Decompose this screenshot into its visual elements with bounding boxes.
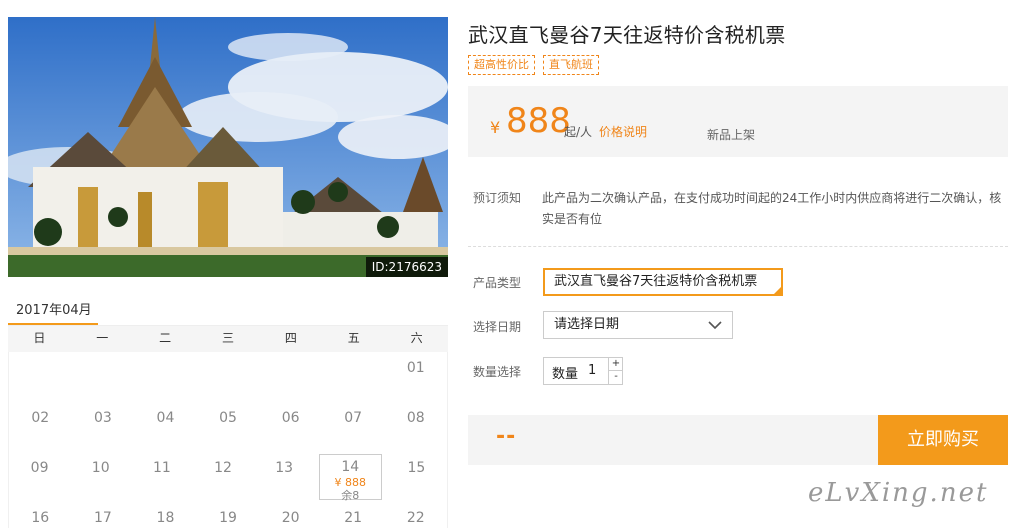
tag-direct-flight: 直飞航班 [543, 55, 599, 75]
calendar-day [259, 352, 322, 402]
quantity-minus-button[interactable]: - [609, 371, 623, 384]
calendar-day-price: ¥ 888 [334, 476, 367, 489]
date-select[interactable]: 请选择日期 [543, 311, 733, 339]
calendar-day: 13 [275, 460, 294, 476]
calendar-day: 04 [156, 410, 175, 426]
calendar-grid: 01 02 03 04 05 06 07 08 09 10 11 12 13 1… [8, 352, 448, 528]
quantity-buttons: + - [608, 358, 623, 384]
date-select-value: 请选择日期 [554, 317, 620, 332]
booking-notice-label: 预订须知 [473, 191, 522, 205]
buy-now-button[interactable]: 立即购买 [878, 415, 1008, 465]
calendar-week: 16 17 18 19 20 21 22 [9, 502, 447, 528]
weekday-fri: 五 [347, 331, 360, 345]
weekday-tue: 二 [159, 331, 172, 345]
weekday-sun: 日 [33, 331, 46, 345]
quantity-stepper: 数量 1 + - [543, 357, 623, 385]
photo-id-label: ID:2176623 [365, 257, 448, 277]
quantity-plus-button[interactable]: + [609, 358, 623, 371]
price-panel: ¥ 888 起/人 价格说明 新品上架 [468, 86, 1008, 157]
calendar-day: 09 [30, 460, 49, 476]
weekday-sat: 六 [410, 331, 423, 345]
calendar-day: 02 [31, 410, 50, 426]
calendar-weekday-header: 日 一 二 三 四 五 六 [8, 326, 448, 352]
quantity-text: 数量 [552, 367, 579, 382]
weekday-mon: 一 [96, 331, 109, 345]
calendar-day: 16 [31, 510, 50, 526]
calendar-day [9, 352, 72, 402]
calendar-day: 12 [214, 460, 232, 476]
calendar-day [134, 352, 197, 402]
site-watermark: eLvXing.net [808, 478, 989, 508]
calendar-week: 09 10 11 12 13 14 ¥ 888 余8 15 [9, 452, 447, 502]
date-label: 选择日期 [473, 320, 522, 334]
selected-corner-icon [774, 287, 781, 294]
purchase-bar: -- 立即购买 [468, 415, 1008, 465]
product-type-label: 产品类型 [473, 276, 522, 290]
quantity-label: 数量选择 [473, 365, 522, 379]
total-price: -- [496, 424, 517, 449]
calendar-week: 02 03 04 05 06 07 08 [9, 402, 447, 452]
quantity-value[interactable]: 1 [588, 363, 596, 378]
calendar-day: 20 [281, 510, 300, 526]
temple-image [8, 17, 448, 277]
product-title: 武汉直飞曼谷7天往返特价含税机票 [468, 23, 786, 47]
calendar-week: 01 [9, 352, 447, 402]
calendar-day-number: 14 [341, 459, 360, 475]
price-unit: 起/人 [564, 125, 593, 139]
calendar-month-tab[interactable]: 2017年04月 [8, 293, 98, 326]
price-currency: ¥ [490, 118, 501, 137]
calendar-day: 10 [91, 460, 110, 476]
calendar-day-available[interactable]: 14 ¥ 888 余8 [318, 454, 382, 502]
product-type-option[interactable]: 武汉直飞曼谷7天往返特价含税机票 [543, 268, 783, 296]
calendar-day: 01 [406, 360, 425, 376]
new-product-label: 新品上架 [707, 128, 756, 142]
product-type-value: 武汉直飞曼谷7天往返特价含税机票 [554, 274, 758, 289]
calendar-day: 22 [406, 510, 425, 526]
chevron-down-icon [708, 321, 722, 330]
calendar-day [322, 352, 385, 402]
price-value: 888 [506, 101, 571, 141]
calendar-day: 15 [407, 460, 426, 476]
calendar-day: 07 [344, 410, 363, 426]
tag-value: 超高性价比 [468, 55, 535, 75]
calendar-day: 06 [281, 410, 300, 426]
calendar-day [197, 352, 260, 402]
calendar-day: 17 [93, 510, 112, 526]
calendar-day: 08 [406, 410, 425, 426]
product-tags: 超高性价比 直飞航班 [468, 55, 599, 75]
calendar-day-stock: 余8 [341, 489, 360, 502]
calendar-day: 21 [344, 510, 363, 526]
calendar-day: 11 [152, 460, 171, 476]
price-explanation-link[interactable]: 价格说明 [599, 123, 647, 140]
product-photo: ID:2176623 [8, 17, 448, 277]
calendar-month-label: 2017年04月 [16, 303, 92, 318]
calendar-day: 05 [219, 410, 237, 426]
calendar-day [72, 352, 135, 402]
booking-notice-text: 此产品为二次确认产品，在支付成功时间起的24工作小时内供应商将进行二次确认，核实… [542, 191, 1002, 226]
calendar-day: 19 [219, 510, 237, 526]
calendar-day: 03 [93, 410, 112, 426]
calendar-day: 18 [156, 510, 175, 526]
weekday-wed: 三 [222, 331, 235, 345]
weekday-thu: 四 [284, 331, 297, 345]
section-divider [468, 246, 1008, 247]
